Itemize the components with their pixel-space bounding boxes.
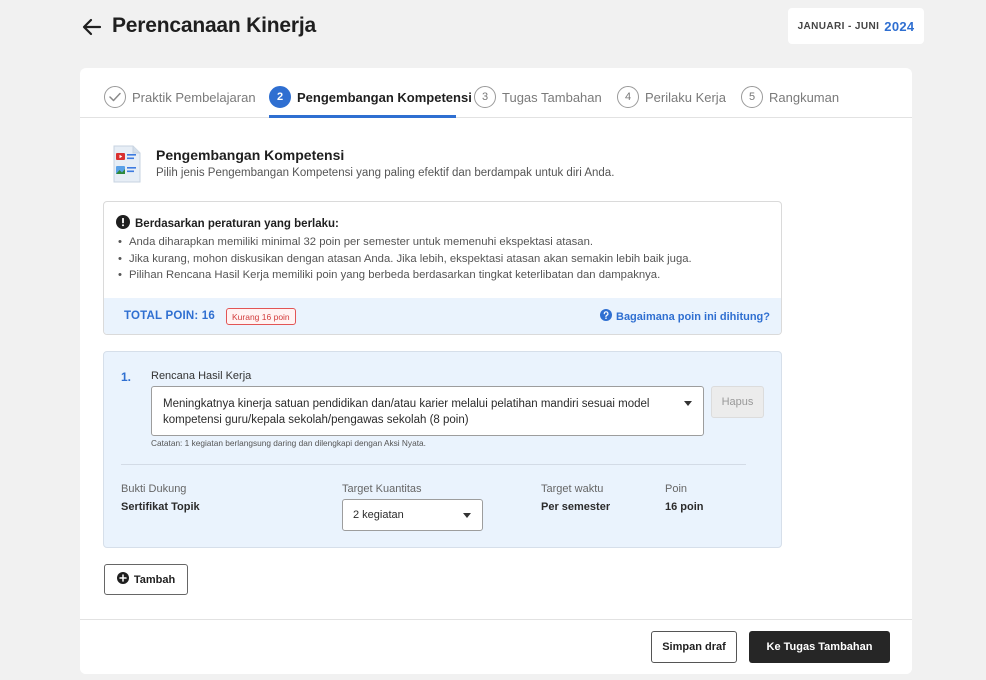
step-rangkuman[interactable]: 5 Rangkuman bbox=[741, 86, 839, 108]
question-icon bbox=[600, 309, 612, 324]
step-number: 2 bbox=[269, 86, 291, 108]
help-link-text: Bagaimana poin ini dihitung? bbox=[616, 310, 770, 323]
period-year: 2024 bbox=[884, 18, 915, 34]
quantity-label: Target Kuantitas bbox=[342, 483, 422, 495]
points-summary-bar: TOTAL POIN: 16 Kurang 16 poin Bagaimana … bbox=[104, 298, 781, 334]
footer-actions: Simpan draf Ke Tugas Tambahan bbox=[80, 619, 912, 674]
period-indicator: JANUARI - JUNI 2024 bbox=[788, 8, 924, 44]
divider bbox=[121, 464, 746, 465]
main-card: Praktik Pembelajaran 2 Pengembangan Komp… bbox=[80, 68, 912, 674]
list-item: Jika kurang, mohon diskusikan dengan ata… bbox=[118, 251, 692, 268]
page-header: Perencanaan Kinerja JANUARI - JUNI 2024 bbox=[80, 8, 926, 46]
points-help-link[interactable]: Bagaimana poin ini dihitung? bbox=[600, 309, 770, 324]
info-list: Anda diharapkan memiliki minimal 32 poin… bbox=[118, 234, 692, 284]
points-deficit-badge: Kurang 16 poin bbox=[226, 308, 296, 325]
caret-down-icon bbox=[684, 401, 692, 406]
plan-item: 1. Rencana Hasil Kerja Meningkatnya kine… bbox=[103, 351, 782, 548]
page-title: Perencanaan Kinerja bbox=[112, 14, 316, 37]
add-plan-button[interactable]: Tambah bbox=[104, 564, 188, 595]
step-label: Pengembangan Kompetensi bbox=[297, 89, 472, 105]
step-label: Tugas Tambahan bbox=[502, 89, 602, 105]
plan-field-label: Rencana Hasil Kerja bbox=[151, 370, 252, 382]
list-item: Pilihan Rencana Hasil Kerja memiliki poi… bbox=[118, 267, 692, 284]
exclamation-icon bbox=[116, 215, 130, 232]
points-label: Poin bbox=[665, 483, 688, 495]
total-points: TOTAL POIN: 16 bbox=[124, 310, 215, 322]
plan-note: Catatan: 1 kegiatan berlangsung daring d… bbox=[151, 438, 426, 448]
stepper: Praktik Pembelajaran 2 Pengembangan Komp… bbox=[80, 68, 912, 118]
step-label: Perilaku Kerja bbox=[645, 89, 726, 105]
list-item: Anda diharapkan memiliki minimal 32 poin… bbox=[118, 234, 692, 251]
evidence-value: Sertifikat Topik bbox=[121, 501, 200, 513]
add-button-label: Tambah bbox=[133, 573, 176, 586]
quantity-select[interactable]: 2 kegiatan bbox=[342, 499, 483, 531]
step-number: 4 bbox=[617, 86, 639, 108]
section-title: Pengembangan Kompetensi bbox=[156, 147, 345, 163]
work-plan-selected-value: Meningkatnya kinerja satuan pendidikan d… bbox=[163, 398, 650, 426]
active-step-indicator bbox=[269, 115, 456, 118]
regulation-info-box: Berdasarkan peraturan yang berlaku: Anda… bbox=[103, 201, 782, 335]
step-tugas-tambahan[interactable]: 3 Tugas Tambahan bbox=[474, 86, 602, 108]
save-draft-button[interactable]: Simpan draf bbox=[651, 631, 737, 663]
work-plan-select[interactable]: Meningkatnya kinerja satuan pendidikan d… bbox=[151, 386, 704, 436]
points-value: 16 poin bbox=[665, 501, 704, 513]
quantity-selected-value: 2 kegiatan bbox=[353, 509, 404, 521]
check-icon bbox=[104, 86, 126, 108]
step-pengembangan-kompetensi[interactable]: 2 Pengembangan Kompetensi bbox=[269, 86, 472, 108]
section-description: Pilih jenis Pengembangan Kompetensi yang… bbox=[156, 167, 615, 179]
target-time-label: Target waktu bbox=[541, 483, 604, 495]
evidence-label: Bukti Dukung bbox=[121, 483, 187, 495]
plus-circle-icon bbox=[116, 572, 129, 587]
step-label: Rangkuman bbox=[769, 89, 840, 105]
step-label: Praktik Pembelajaran bbox=[132, 89, 256, 105]
info-heading-text: Berdasarkan peraturan yang berlaku: bbox=[135, 217, 339, 230]
target-time-value: Per semester bbox=[541, 501, 611, 513]
plan-item-number: 1. bbox=[121, 370, 132, 384]
next-step-button[interactable]: Ke Tugas Tambahan bbox=[749, 631, 890, 663]
document-media-icon bbox=[112, 144, 142, 184]
back-arrow-icon[interactable] bbox=[80, 15, 104, 39]
caret-down-icon bbox=[463, 513, 471, 518]
period-label: JANUARI - JUNI bbox=[797, 20, 880, 32]
step-number: 5 bbox=[741, 86, 763, 108]
step-number: 3 bbox=[474, 86, 496, 108]
step-perilaku-kerja[interactable]: 4 Perilaku Kerja bbox=[617, 86, 726, 108]
step-praktik-pembelajaran[interactable]: Praktik Pembelajaran bbox=[104, 86, 256, 108]
delete-button[interactable]: Hapus bbox=[711, 386, 764, 418]
info-heading: Berdasarkan peraturan yang berlaku: bbox=[116, 215, 339, 232]
